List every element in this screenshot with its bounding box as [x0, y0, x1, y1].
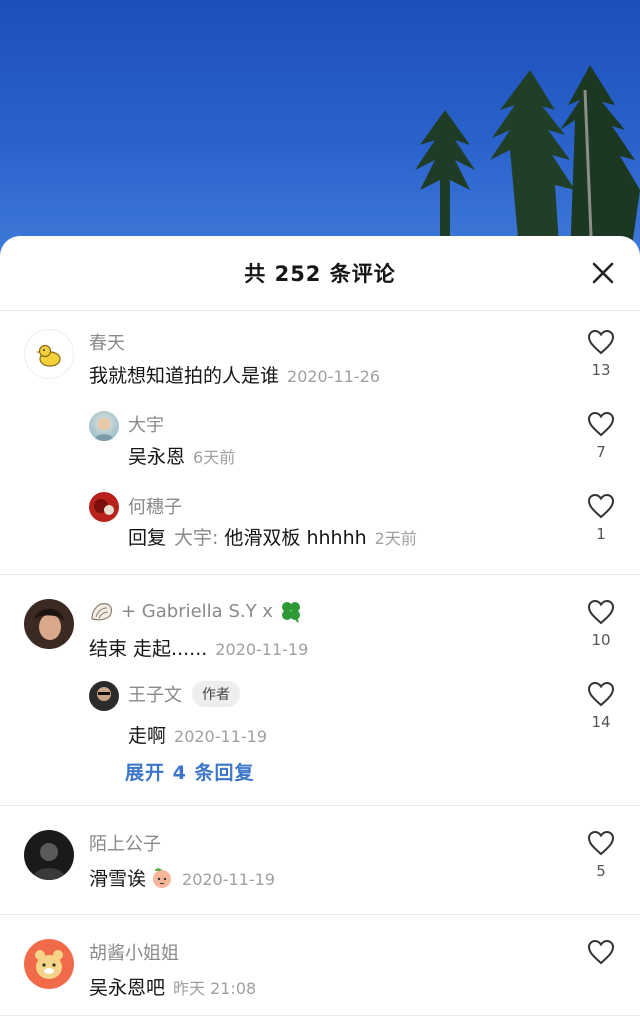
comment-body: 吴永恩吧: [89, 977, 166, 999]
peach-emoji-icon: [153, 867, 172, 888]
shell-icon: [91, 603, 113, 621]
comment-text: 吴永恩吧 昨天 21:08: [89, 973, 256, 1000]
heart-icon: [587, 830, 615, 856]
comment-date: 2020-11-19: [215, 640, 309, 659]
comment-text: 滑雪诶 2020-11-19: [89, 864, 275, 891]
like-button[interactable]: 7: [584, 411, 618, 461]
comment-body: 结束 走起......: [89, 638, 208, 660]
clover-icon: [281, 602, 300, 623]
username[interactable]: 春天: [89, 329, 125, 355]
avatar-image: [34, 608, 64, 640]
comment-text: 结束 走起...... 2020-11-19: [89, 634, 308, 661]
duck-icon: [36, 344, 61, 367]
like-button[interactable]: 13: [584, 329, 618, 379]
heart-icon: [587, 493, 615, 519]
like-count: 14: [591, 713, 611, 731]
avatar[interactable]: [24, 329, 74, 379]
avatar[interactable]: [89, 411, 119, 441]
username[interactable]: 胡酱小姐姐: [89, 939, 179, 965]
reply-text: 回复 大宇: 他滑双板 hhhhh 2天前: [128, 523, 417, 550]
author-badge: 作者: [192, 681, 240, 707]
reply-body: 他滑双板 hhhhh: [224, 527, 367, 549]
reply-date: 6天前: [193, 448, 236, 467]
heart-icon: [587, 939, 615, 965]
like-count: 7: [596, 443, 606, 461]
comment-date: 昨天 21:08: [173, 979, 257, 998]
comment-count-title: 共 252 条评论: [244, 262, 396, 286]
reply-to-username[interactable]: 大宇:: [174, 523, 218, 550]
avatar-image: [94, 418, 114, 441]
comment-thread: + Gabriella S.Y x 结束 走起...... 2020-11-19…: [0, 575, 640, 806]
like-count: 5: [596, 862, 606, 880]
close-icon[interactable]: [590, 260, 616, 286]
comment-sheet: 共 252 条评论 春天 我就想知道拍的人是谁 2020-11-26 13 大宇…: [0, 236, 640, 1020]
avatar-image: [97, 687, 111, 701]
avatar-image: [94, 499, 114, 515]
comment-date: 2020-11-19: [182, 870, 275, 889]
username-row[interactable]: + Gabriella S.Y x: [89, 599, 303, 623]
heart-icon: [587, 411, 615, 437]
pine-trees-image: [415, 65, 640, 260]
comment-body: 我就想知道拍的人是谁: [89, 365, 280, 387]
username[interactable]: 何穗子: [128, 493, 182, 519]
comment-thread: 陌上公子 滑雪诶 2020-11-19 5: [0, 806, 640, 915]
reply-prefix: 回复: [128, 527, 167, 549]
avatar[interactable]: [24, 830, 74, 880]
avatar[interactable]: [89, 492, 119, 522]
comment-body: 滑雪诶: [89, 868, 147, 890]
comment-thread: 春天 我就想知道拍的人是谁 2020-11-26 13 大宇 吴永恩 6天前 7…: [0, 311, 640, 575]
username[interactable]: 陌上公子: [89, 830, 161, 856]
reply-body: 吴永恩: [128, 446, 186, 468]
like-count: 13: [591, 361, 611, 379]
username-row[interactable]: 王子文 作者: [128, 681, 240, 707]
username[interactable]: 大宇: [128, 411, 164, 437]
like-count: 10: [591, 631, 611, 649]
username: 王子文: [128, 685, 182, 706]
comment-date: 2020-11-26: [287, 367, 380, 386]
like-button[interactable]: 5: [584, 830, 618, 880]
reply-date: 2天前: [374, 529, 417, 548]
comment-thread: 胡酱小姐姐 吴永恩吧 昨天 21:08: [0, 915, 640, 1016]
video-background: [0, 0, 640, 260]
heart-icon: [587, 329, 615, 355]
comment-sheet-header: 共 252 条评论: [0, 236, 640, 311]
like-button[interactable]: 1: [584, 493, 618, 543]
avatar[interactable]: [89, 681, 119, 711]
heart-icon: [587, 599, 615, 625]
like-button[interactable]: [584, 939, 618, 965]
avatar[interactable]: [24, 599, 74, 649]
reply-date: 2020-11-19: [174, 727, 267, 746]
avatar[interactable]: [24, 939, 74, 989]
avatar-image: [32, 843, 66, 880]
expand-replies-link[interactable]: 展开 4 条回复: [125, 758, 254, 785]
username: + Gabriella S.Y x: [121, 600, 273, 622]
heart-icon: [587, 681, 615, 707]
hamster-icon: [35, 950, 63, 979]
reply-text: 走啊 2020-11-19: [128, 721, 267, 748]
reply-body: 走啊: [128, 725, 167, 747]
reply-text: 吴永恩 6天前: [128, 442, 235, 469]
like-count: 1: [596, 525, 606, 543]
like-button[interactable]: 10: [584, 599, 618, 649]
comment-text: 我就想知道拍的人是谁 2020-11-26: [89, 361, 380, 388]
like-button[interactable]: 14: [584, 681, 618, 731]
